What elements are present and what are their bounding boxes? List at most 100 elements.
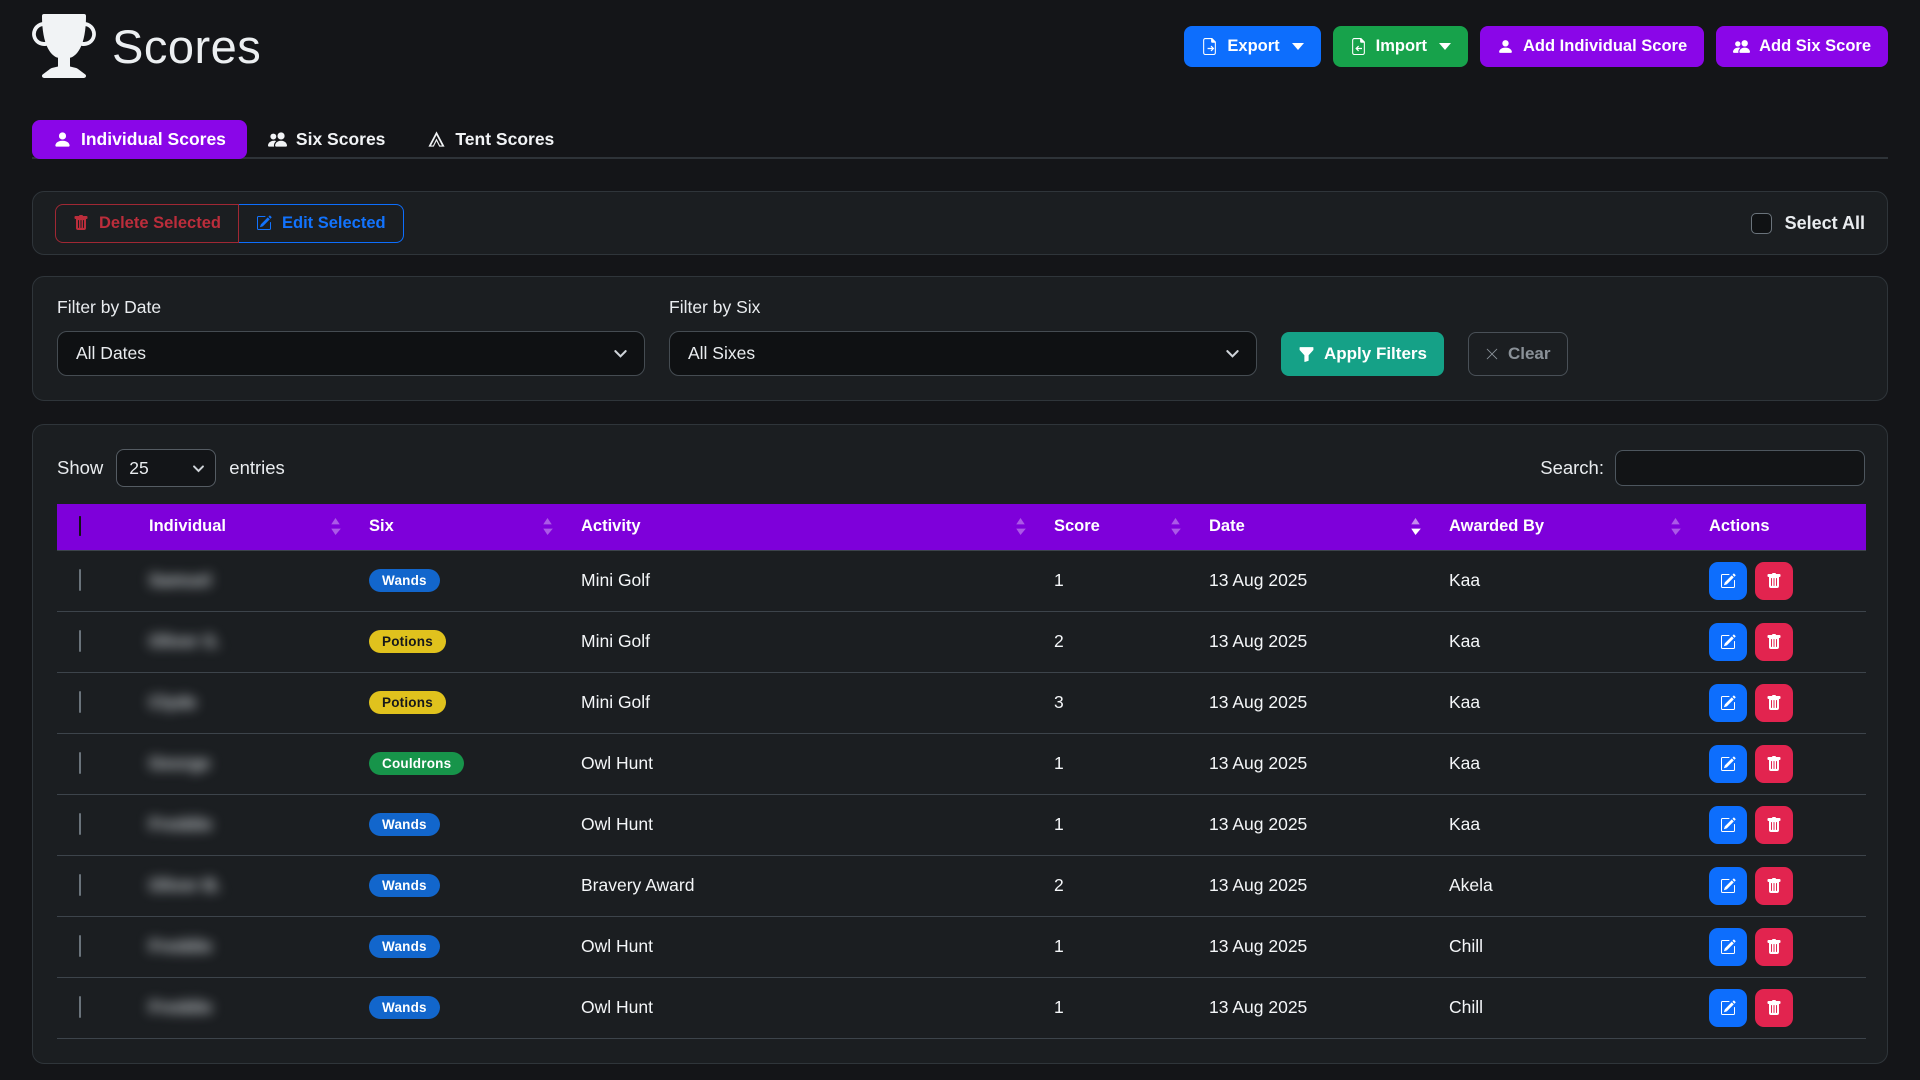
row-edit-button[interactable] (1709, 684, 1747, 722)
row-checkbox[interactable] (79, 874, 81, 896)
header-checkbox-cell (57, 504, 135, 550)
row-checkbox[interactable] (79, 630, 81, 652)
select-all-header-checkbox[interactable] (79, 516, 81, 536)
apply-filters-label: Apply Filters (1324, 344, 1427, 364)
row-select-cell (57, 733, 135, 794)
tent-icon (427, 130, 446, 149)
sort-icon (1670, 518, 1681, 535)
row-edit-button[interactable] (1709, 806, 1747, 844)
row-delete-button[interactable] (1755, 989, 1793, 1027)
activity-cell: Bravery Award (567, 855, 1040, 916)
six-badge: Wands (369, 874, 440, 898)
column-label: Activity (581, 517, 641, 536)
row-delete-button[interactable] (1755, 928, 1793, 966)
awarded-by-cell: Kaa (1435, 794, 1695, 855)
activity-cell: Owl Hunt (567, 794, 1040, 855)
individual-name: Samuel (149, 570, 211, 590)
column-label: Actions (1709, 517, 1770, 536)
row-delete-button[interactable] (1755, 867, 1793, 905)
row-delete-button[interactable] (1755, 806, 1793, 844)
row-checkbox[interactable] (79, 691, 81, 713)
trophy-icon (32, 14, 96, 78)
row-edit-button[interactable] (1709, 745, 1747, 783)
chevron-down-icon (1225, 346, 1240, 361)
six-filter-value: All Sixes (688, 343, 755, 364)
date-filter-value: All Dates (76, 343, 146, 364)
row-checkbox[interactable] (79, 813, 81, 835)
six-cell: Couldrons (355, 733, 567, 794)
row-checkbox[interactable] (79, 935, 81, 957)
table-row: SamuelWandsMini Golf113 Aug 2025Kaa (57, 550, 1866, 611)
row-delete-button[interactable] (1755, 745, 1793, 783)
activity-cell: Owl Hunt (567, 977, 1040, 1038)
row-select-cell (57, 672, 135, 733)
search-input[interactable] (1615, 450, 1865, 486)
score-cell: 1 (1040, 550, 1195, 611)
funnel-icon (1298, 346, 1315, 363)
edit-selected-button[interactable]: Edit Selected (239, 204, 404, 243)
pencil-square-icon (1720, 939, 1736, 955)
page: Scores Export Import Add Individual Scor… (0, 0, 1920, 1064)
row-edit-button[interactable] (1709, 623, 1747, 661)
tab-tent-scores[interactable]: Tent Scores (406, 120, 575, 159)
row-edit-button[interactable] (1709, 989, 1747, 1027)
file-export-icon (1201, 38, 1218, 55)
column-header-activity[interactable]: Activity (567, 504, 1040, 550)
row-edit-button[interactable] (1709, 867, 1747, 905)
apply-filters-button[interactable]: Apply Filters (1281, 332, 1444, 376)
top-bar: Scores Export Import Add Individual Scor… (32, 14, 1888, 78)
person-icon (53, 130, 72, 149)
row-delete-button[interactable] (1755, 562, 1793, 600)
table-row: FreddieWandsOwl Hunt113 Aug 2025Chill (57, 916, 1866, 977)
pencil-square-icon (1720, 756, 1736, 772)
row-checkbox[interactable] (79, 752, 81, 774)
select-all-checkbox[interactable] (1751, 213, 1772, 234)
row-select-cell (57, 977, 135, 1038)
pencil-square-icon (1720, 878, 1736, 894)
column-header-score[interactable]: Score (1040, 504, 1195, 550)
six-cell: Wands (355, 977, 567, 1038)
pencil-square-icon (1720, 1000, 1736, 1016)
six-badge: Couldrons (369, 752, 464, 776)
row-checkbox[interactable] (79, 996, 81, 1018)
six-filter-select[interactable]: All Sixes (669, 331, 1257, 376)
column-header-six[interactable]: Six (355, 504, 567, 550)
column-header-date[interactable]: Date (1195, 504, 1435, 550)
import-button[interactable]: Import (1333, 26, 1468, 67)
add-six-score-button[interactable]: Add Six Score (1716, 26, 1888, 67)
people-icon (268, 130, 287, 149)
trash-icon (73, 215, 89, 231)
date-filter-group: Filter by Date All Dates (57, 297, 645, 376)
row-delete-button[interactable] (1755, 623, 1793, 661)
date-cell: 13 Aug 2025 (1195, 550, 1435, 611)
individual-cell: Samuel (135, 550, 355, 611)
row-edit-button[interactable] (1709, 928, 1747, 966)
row-edit-button[interactable] (1709, 562, 1747, 600)
column-label: Score (1054, 517, 1100, 536)
column-header-awarded-by[interactable]: Awarded By (1435, 504, 1695, 550)
export-button[interactable]: Export (1184, 26, 1320, 67)
row-checkbox[interactable] (79, 569, 81, 591)
column-header-individual[interactable]: Individual (135, 504, 355, 550)
column-label: Awarded By (1449, 517, 1544, 536)
pencil-square-icon (1720, 634, 1736, 650)
page-size-select[interactable]: 25 (116, 449, 216, 487)
table-row: FreddieWandsOwl Hunt113 Aug 2025Kaa (57, 794, 1866, 855)
date-filter-select[interactable]: All Dates (57, 331, 645, 376)
row-delete-button[interactable] (1755, 684, 1793, 722)
individual-name: Clyde (149, 692, 197, 712)
add-individual-score-button[interactable]: Add Individual Score (1480, 26, 1704, 67)
delete-selected-label: Delete Selected (99, 214, 221, 233)
column-label: Six (369, 517, 394, 536)
delete-selected-button[interactable]: Delete Selected (55, 204, 239, 243)
actions-cell (1695, 550, 1866, 611)
actions-cell (1695, 794, 1866, 855)
clear-filters-button[interactable]: Clear (1468, 332, 1568, 376)
six-cell: Wands (355, 794, 567, 855)
bulk-actions-bar: Delete Selected Edit Selected Select All (32, 191, 1888, 255)
score-cell: 3 (1040, 672, 1195, 733)
brand: Scores (32, 14, 261, 78)
chevron-down-icon (192, 462, 205, 475)
tab-six-scores[interactable]: Six Scores (247, 120, 407, 159)
tab-individual-scores[interactable]: Individual Scores (32, 120, 247, 159)
